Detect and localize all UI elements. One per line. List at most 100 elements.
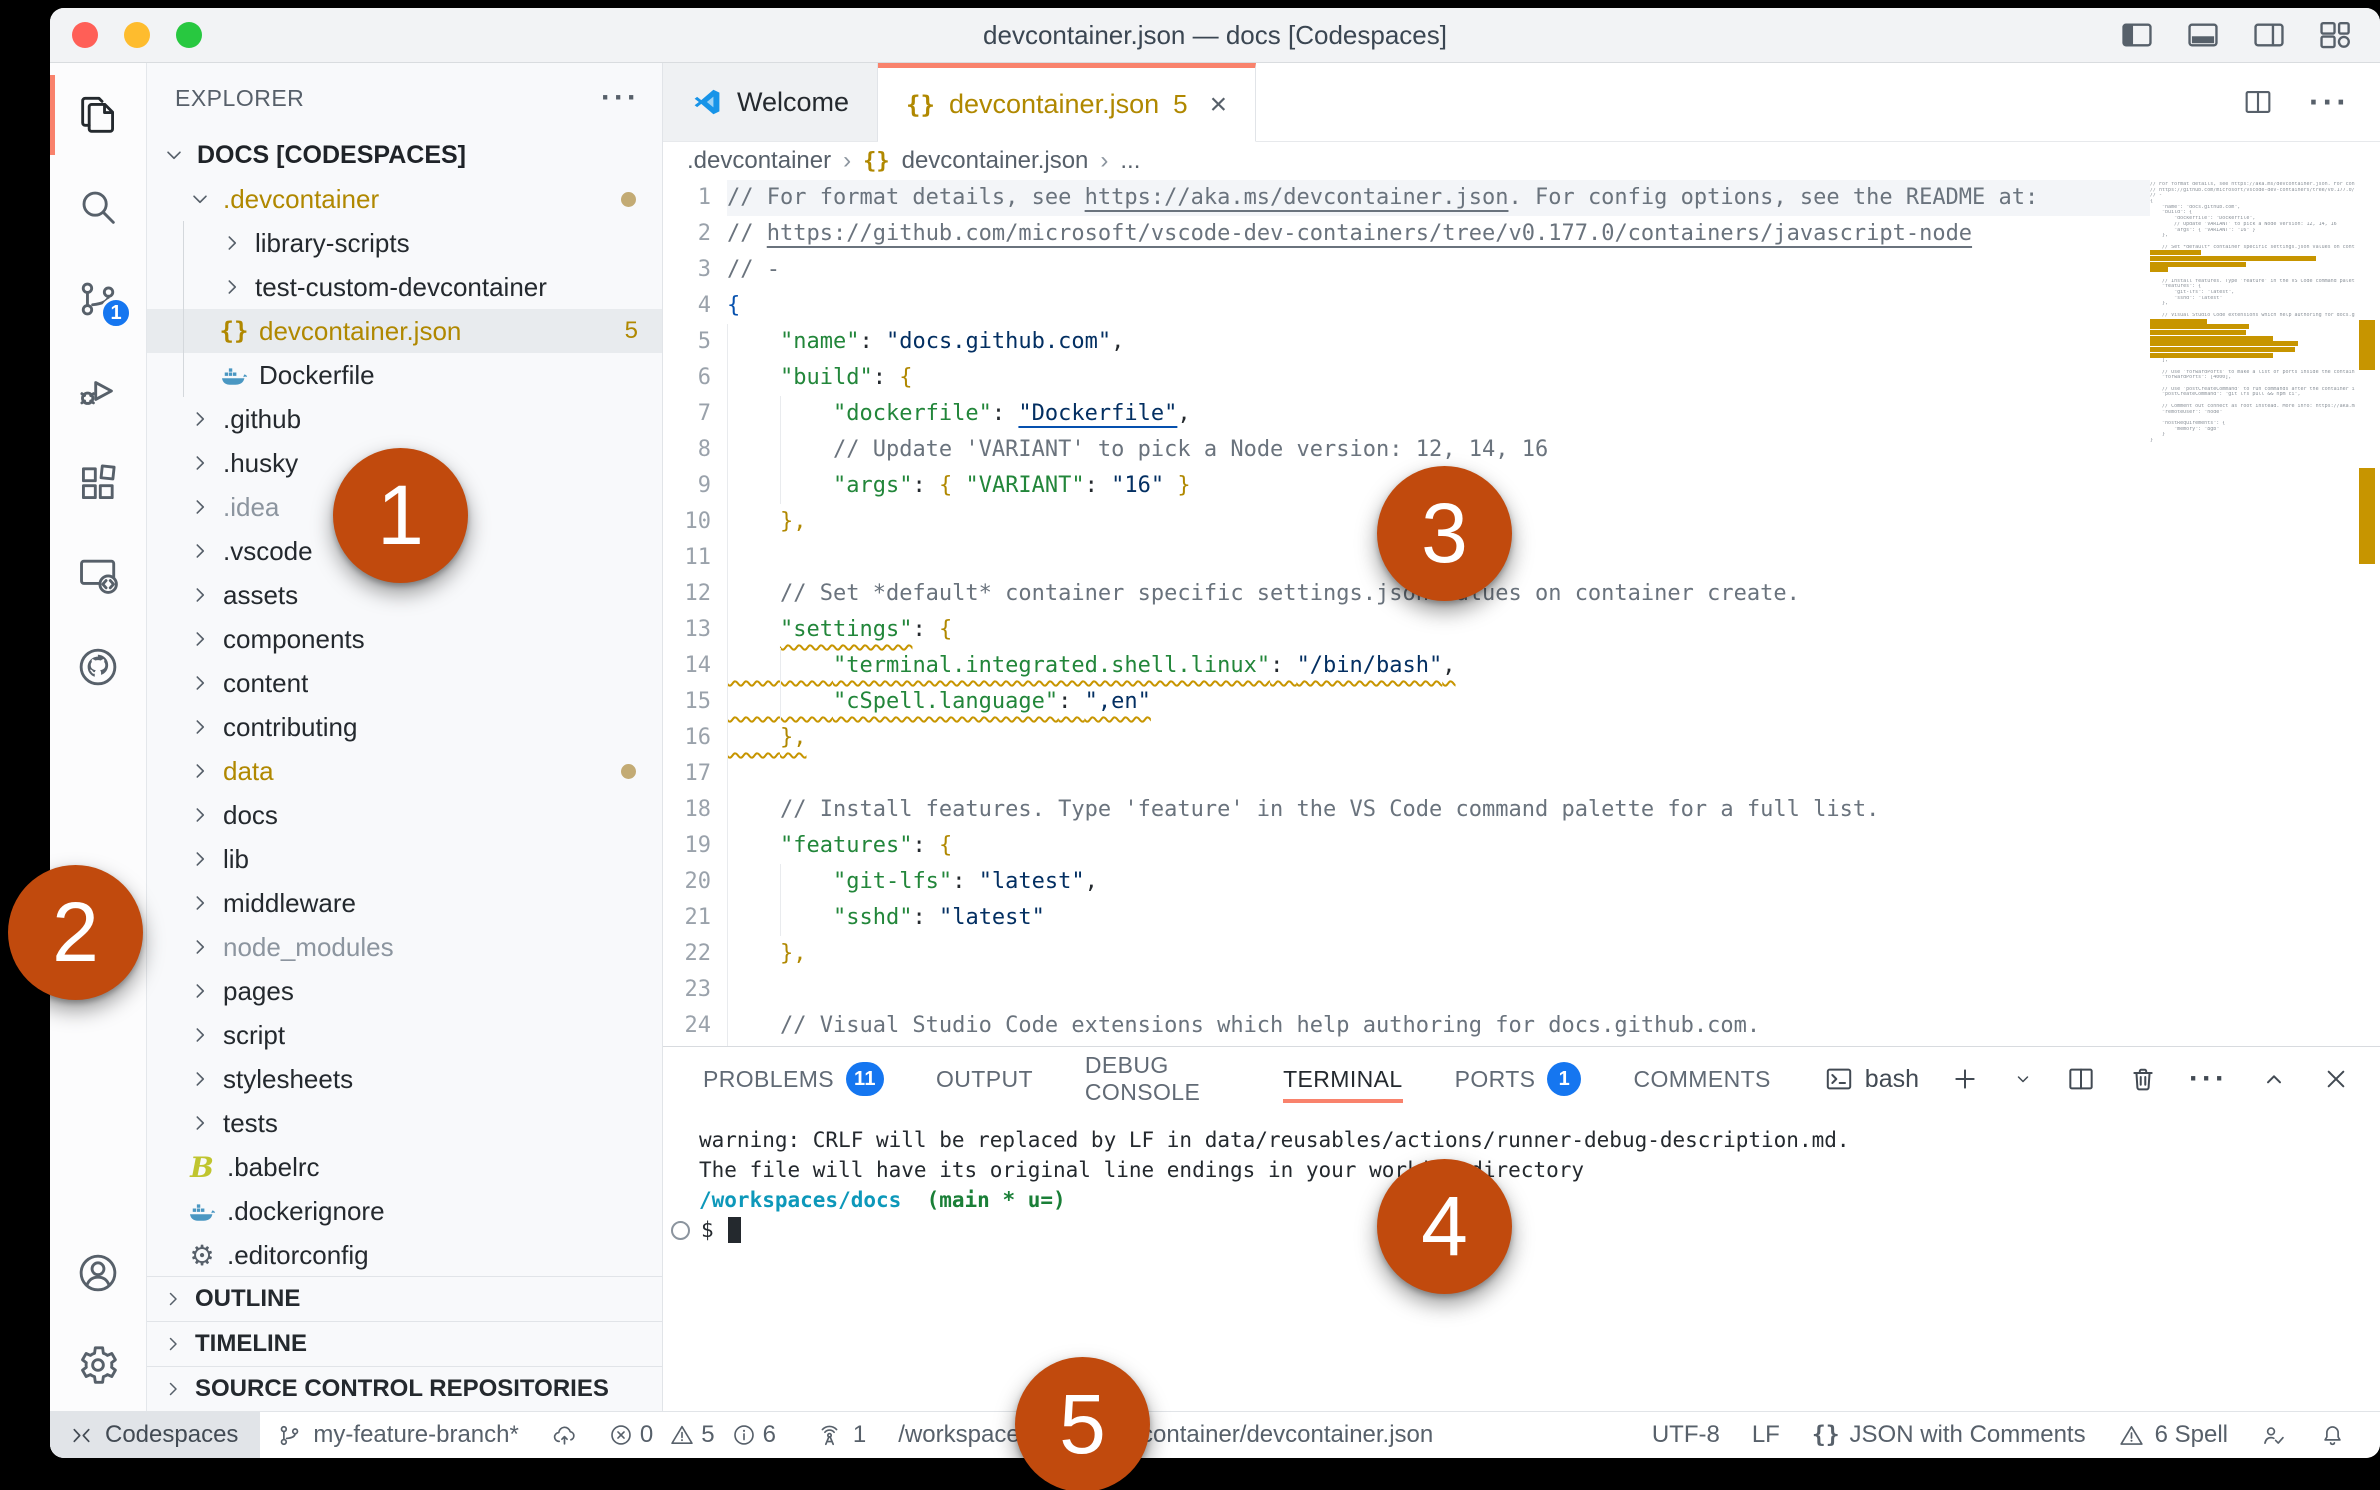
status-label: LF: [1751, 1421, 1780, 1448]
line-number: 13: [684, 617, 712, 642]
tree-item-library-scripts[interactable]: library-scripts: [147, 221, 662, 265]
indent-guide: [727, 792, 728, 828]
problems-status[interactable]: 0 5 6: [594, 1412, 800, 1458]
activity-item-run-and-debug[interactable]: [50, 345, 146, 437]
tree-item-label: middleware: [223, 887, 356, 918]
activity-item-search[interactable]: [50, 161, 146, 253]
sidebar-section-outline[interactable]: OUTLINE: [147, 1276, 662, 1321]
activity-item-explorer[interactable]: [50, 69, 146, 161]
panel-tab-ports[interactable]: PORTS 1: [1455, 1047, 1582, 1111]
activity-item-remote-explorer[interactable]: [50, 529, 146, 621]
code-line-13: 13 "settings": {: [663, 612, 2380, 648]
tree-item-middleware[interactable]: middleware: [147, 881, 662, 925]
indent-guide: [727, 1044, 728, 1046]
tab-close-icon[interactable]: ×: [1210, 88, 1228, 122]
split-editor-icon[interactable]: [2241, 85, 2275, 119]
tree-root-folder[interactable]: DOCS [CODESPACES]: [147, 133, 662, 177]
close-icon[interactable]: [2320, 1063, 2352, 1095]
feedback[interactable]: [2244, 1412, 2303, 1458]
terminal[interactable]: warning: CRLF will be replaced by LF in …: [663, 1111, 2380, 1411]
tree-item-lib[interactable]: lib: [147, 837, 662, 881]
tree-item--babelrc[interactable]: B .babelrc: [147, 1145, 662, 1189]
activity-item-settings[interactable]: [50, 1319, 146, 1411]
panel-tab-badge: 1: [1547, 1062, 1582, 1096]
shell-selector[interactable]: bash: [1823, 1063, 1919, 1095]
panel-tab-problems[interactable]: PROBLEMS 11: [703, 1047, 884, 1111]
tree-item--dockerignore[interactable]: .dockerignore: [147, 1189, 662, 1233]
editor-more-icon[interactable]: ···: [2309, 84, 2350, 121]
spell-status[interactable]: 6 Spell: [2102, 1412, 2244, 1458]
indent-guide: [727, 864, 728, 900]
tree-item-tests[interactable]: tests: [147, 1101, 662, 1145]
tree-item--editorconfig[interactable]: ⚙ .editorconfig: [147, 1233, 662, 1276]
file-path[interactable]: /workspaces/docs/.devcontainer/devcontai…: [882, 1412, 1449, 1458]
title-layout-sidebar-right-icon[interactable]: [2250, 16, 2288, 54]
tree-item-label: .idea: [223, 491, 280, 522]
tree-item-content[interactable]: content: [147, 661, 662, 705]
panel-tab-comments[interactable]: COMMENTS: [1633, 1047, 1770, 1111]
tree-item-dockerfile[interactable]: Dockerfile: [147, 353, 662, 397]
title-layout-sidebar-left-icon[interactable]: [2118, 16, 2156, 54]
tree-item-node-modules[interactable]: node_modules: [147, 925, 662, 969]
minimap[interactable]: // For format details, see https://aka.m…: [2150, 180, 2355, 1046]
plus-icon[interactable]: [1949, 1063, 1981, 1095]
tree-item-test-custom-devcontainer[interactable]: test-custom-devcontainer: [147, 265, 662, 309]
remote-indicator[interactable]: Codespaces: [50, 1412, 261, 1458]
babel-icon: B: [190, 1150, 214, 1184]
chevron-up-icon[interactable]: [2258, 1063, 2290, 1095]
sidebar-section-label: SOURCE CONTROL REPOSITORIES: [195, 1375, 609, 1402]
code-area: 1 // For format details, see https://aka.…: [663, 180, 2380, 1046]
tree-item-contributing[interactable]: contributing: [147, 705, 662, 749]
tree-item--github[interactable]: .github: [147, 397, 662, 441]
split-icon[interactable]: [2065, 1063, 2097, 1095]
chevron-right-icon: [187, 450, 213, 476]
title-layout-customize-icon[interactable]: [2316, 16, 2354, 54]
chevron-down-icon[interactable]: [2011, 1067, 2035, 1091]
code-line-6: 6 "build": {: [663, 360, 2380, 396]
indent-guide: [727, 612, 728, 648]
breadcrumb[interactable]: .devcontainer › {} devcontainer.json ›...: [663, 142, 2380, 180]
activity-item-source-control[interactable]: 1: [50, 253, 146, 345]
tree-item-components[interactable]: components: [147, 617, 662, 661]
tree-item-script[interactable]: script: [147, 1013, 662, 1057]
breadcrumb-item[interactable]: devcontainer.json: [902, 147, 1089, 175]
overview-ruler[interactable]: [2355, 180, 2380, 1046]
sidebar-section-source[interactable]: SOURCE CONTROL REPOSITORIES: [147, 1366, 662, 1411]
title-layout-panel-icon[interactable]: [2184, 16, 2222, 54]
indent-guide: [780, 864, 781, 900]
indent-guide: [727, 396, 728, 432]
eol[interactable]: LF: [1736, 1412, 1796, 1458]
sidebar-section-timeline[interactable]: TIMELINE: [147, 1321, 662, 1366]
ports-status[interactable]: 1: [800, 1412, 882, 1458]
editor[interactable]: 1 // For format details, see https://aka.…: [663, 180, 2380, 1046]
tree-item-devcontainer-json[interactable]: {} devcontainer.json 5: [147, 309, 662, 353]
panel-tab-debug-console[interactable]: DEBUG CONSOLE: [1085, 1047, 1231, 1111]
line-number: 16: [684, 725, 712, 750]
language-mode[interactable]: {} JSON with Comments: [1796, 1412, 2102, 1458]
trash-icon[interactable]: [2127, 1063, 2159, 1095]
tab-devcontainer-json[interactable]: {} devcontainer.json 5 ×: [878, 63, 1257, 142]
panel-tab-output[interactable]: OUTPUT: [936, 1047, 1033, 1111]
tree-item-label: components: [223, 623, 365, 654]
sync-status[interactable]: [535, 1412, 594, 1458]
sidebar-more-button[interactable]: ···: [601, 83, 640, 113]
activity-item-accounts[interactable]: [50, 1227, 146, 1319]
code-line-content: [727, 540, 2380, 576]
indent-guide: [727, 684, 728, 720]
tree-item-stylesheets[interactable]: stylesheets: [147, 1057, 662, 1101]
branch-status[interactable]: my-feature-branch*: [260, 1412, 534, 1458]
tree-item-pages[interactable]: pages: [147, 969, 662, 1013]
panel-more-icon[interactable]: ···: [2189, 1062, 2228, 1096]
tree-item-data[interactable]: data: [147, 749, 662, 793]
panel-tab-terminal[interactable]: TERMINAL: [1283, 1047, 1403, 1111]
breadcrumb-item[interactable]: .devcontainer: [687, 147, 831, 175]
terminal-input-line[interactable]: $: [671, 1215, 2380, 1245]
encoding[interactable]: UTF-8: [1636, 1412, 1736, 1458]
tree-item-docs[interactable]: docs: [147, 793, 662, 837]
notifications[interactable]: [2303, 1412, 2362, 1458]
breadcrumb-item[interactable]: ...: [1120, 147, 1140, 175]
activity-item-extensions[interactable]: [50, 437, 146, 529]
activity-item-github[interactable]: [50, 621, 146, 713]
tree-item--devcontainer[interactable]: .devcontainer: [147, 177, 662, 221]
tab-welcome[interactable]: Welcome: [663, 63, 879, 141]
